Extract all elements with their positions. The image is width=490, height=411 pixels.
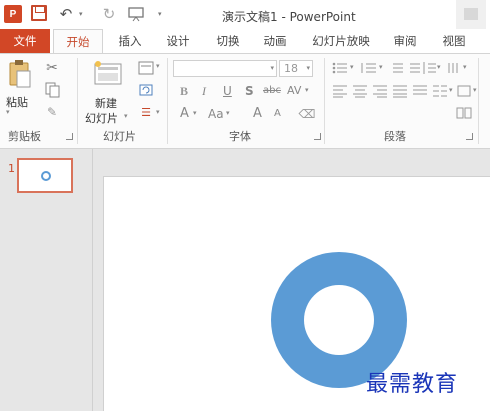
divider [167, 58, 168, 144]
columns-icon[interactable] [432, 84, 448, 98]
layout-icon[interactable] [137, 61, 155, 75]
tab-insert[interactable]: 插入 [113, 29, 147, 54]
undo-icon[interactable]: ↶ [58, 5, 74, 23]
tab-transitions[interactable]: 切换 [210, 29, 246, 54]
new-slide-icon[interactable] [93, 60, 123, 88]
bullets-icon[interactable] [332, 61, 348, 75]
font-color-button[interactable]: A [180, 106, 189, 121]
increase-indent-icon[interactable] [406, 61, 420, 75]
font-name-combo[interactable]: ▾ [173, 60, 277, 77]
change-case-button[interactable]: Aa [208, 107, 224, 121]
strikethrough-button[interactable]: abc [263, 85, 281, 96]
cut-icon[interactable]: ✂ [43, 60, 61, 76]
save-icon[interactable] [31, 5, 47, 21]
align-text-dropdown-icon[interactable]: ▾ [473, 86, 477, 94]
text-direction-icon[interactable] [446, 61, 462, 75]
window-control-button[interactable] [456, 0, 486, 29]
italic-button[interactable]: I [202, 84, 206, 99]
char-spacing-dropdown-icon[interactable]: ▾ [305, 86, 309, 94]
divider [77, 58, 78, 144]
slide-thumbnail[interactable] [17, 158, 73, 193]
numbering-dropdown-icon[interactable]: ▾ [379, 63, 383, 71]
font-group-label: 字体 [229, 130, 251, 143]
tab-home[interactable]: 开始 [53, 29, 103, 54]
justify-icon[interactable] [392, 84, 408, 98]
paragraph-launcher-icon[interactable] [466, 133, 473, 140]
smartart-icon[interactable] [456, 106, 472, 120]
font-size-value: 18 [284, 62, 298, 75]
tab-slideshow[interactable]: 幻灯片放映 [308, 29, 374, 54]
font-size-combo[interactable]: 18 ▾ [279, 60, 313, 77]
section-dropdown-icon[interactable]: ▾ [156, 108, 160, 116]
underline-button[interactable]: U [223, 84, 232, 98]
clear-formatting-icon[interactable]: ⌫ [299, 106, 316, 122]
slide-thumb-number: 1 [8, 162, 15, 175]
powerpoint-logo-icon: P [4, 5, 22, 23]
format-painter-icon[interactable]: ✎ [43, 104, 61, 120]
clipboard-group-label: 剪贴板 [8, 130, 41, 143]
pane-splitter[interactable] [92, 149, 93, 411]
line-spacing-dropdown-icon[interactable]: ▾ [437, 63, 441, 71]
align-right-icon[interactable] [372, 84, 388, 98]
new-slide-label-2[interactable]: 幻灯片 [85, 110, 118, 126]
columns-dropdown-icon[interactable]: ▾ [449, 86, 453, 94]
shrink-font-button[interactable]: A [274, 108, 281, 119]
align-left-icon[interactable] [332, 84, 348, 98]
tab-review[interactable]: 审阅 [388, 29, 422, 54]
reset-icon[interactable] [137, 83, 155, 97]
redo-icon[interactable]: ↻ [101, 5, 117, 23]
start-slideshow-icon[interactable] [126, 5, 146, 23]
new-slide-label[interactable]: 新建 [95, 95, 117, 111]
align-center-icon[interactable] [352, 84, 368, 98]
font-launcher-icon[interactable] [314, 133, 321, 140]
paste-dropdown-icon[interactable]: ▾ [6, 108, 10, 116]
clipboard-launcher-icon[interactable] [66, 133, 73, 140]
text-direction-dropdown-icon[interactable]: ▾ [463, 63, 467, 71]
ribbon-tabs: 文件 开始 插入 设计 切换 动画 幻灯片放映 审阅 视图 [0, 29, 490, 54]
paragraph-group-label: 段落 [384, 130, 406, 143]
font-color-dropdown-icon[interactable]: ▾ [193, 109, 197, 117]
tab-view[interactable]: 视图 [437, 29, 471, 54]
copy-icon[interactable] [43, 82, 61, 98]
bold-button[interactable]: B [180, 84, 188, 99]
align-text-icon[interactable] [456, 84, 472, 98]
thumbnail-donut-shape [41, 171, 51, 181]
window-title: 演示文稿1 - PowerPoint [222, 10, 356, 24]
decrease-indent-icon[interactable] [389, 61, 403, 75]
line-spacing-icon[interactable] [422, 61, 436, 75]
grow-font-button[interactable]: A [253, 106, 262, 121]
numbering-icon[interactable] [361, 61, 377, 75]
title-bar: P ↶ ▾ ↻ ▾ 演示文稿1 - PowerPoint [0, 0, 490, 29]
shadow-button[interactable]: S [245, 84, 254, 98]
divider [478, 58, 479, 144]
bullets-dropdown-icon[interactable]: ▾ [350, 63, 354, 71]
undo-dropdown-icon[interactable]: ▾ [79, 10, 83, 18]
tab-animations[interactable]: 动画 [257, 29, 293, 54]
char-spacing-button[interactable]: AV [287, 84, 301, 97]
ribbon: 粘贴 ▾ ✂ ✎ 剪贴板 新建 幻灯片 ▾ ▾ ☰ ▾ 幻灯片 ▾ 18 ▾ B … [0, 53, 490, 149]
new-slide-dropdown-icon[interactable]: ▾ [124, 112, 128, 120]
section-icon[interactable]: ☰ [137, 105, 155, 119]
tab-design[interactable]: 设计 [160, 29, 196, 54]
slides-group-label: 幻灯片 [103, 130, 136, 143]
divider [324, 58, 325, 144]
change-case-dropdown-icon[interactable]: ▾ [226, 109, 230, 117]
distributed-icon[interactable] [412, 84, 428, 98]
tab-file[interactable]: 文件 [0, 29, 50, 54]
customize-toolbar-icon[interactable]: ▾ [158, 10, 162, 18]
layout-dropdown-icon[interactable]: ▾ [156, 62, 160, 70]
watermark-text: 最需教育 [366, 372, 459, 397]
paste-icon[interactable] [6, 59, 34, 89]
